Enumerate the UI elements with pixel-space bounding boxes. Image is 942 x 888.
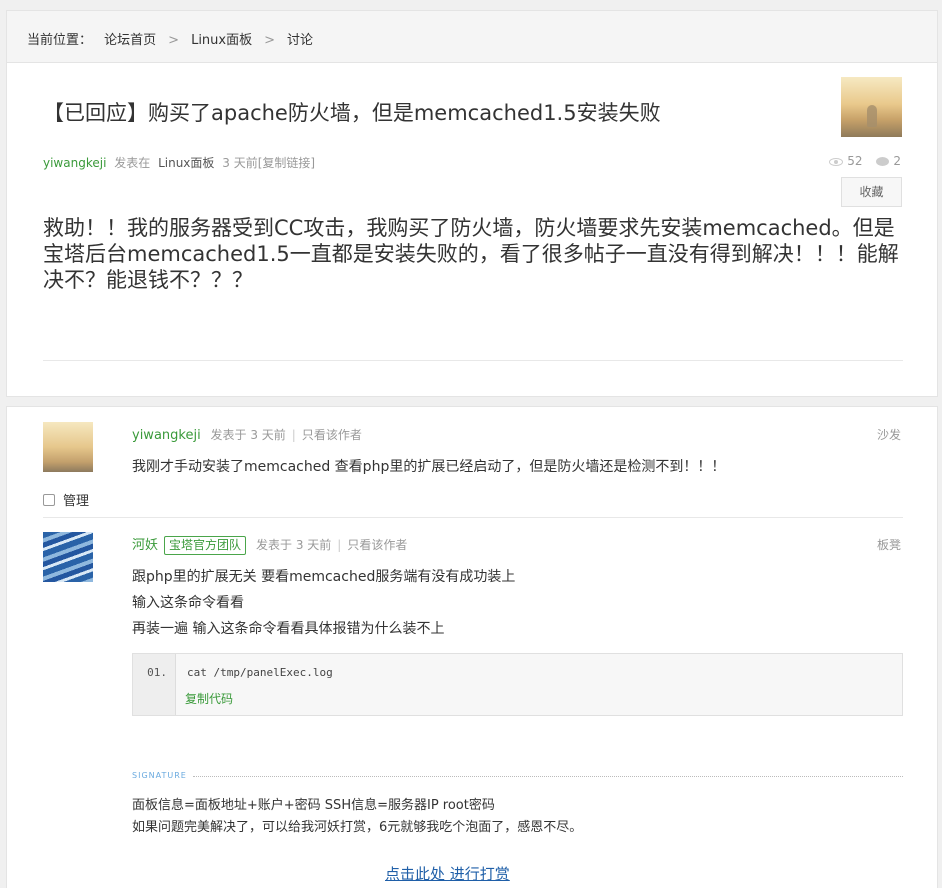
breadcrumb-bar: 当前位置： 论坛首页 > Linux面板 > 讨论 xyxy=(6,10,938,62)
breadcrumb-separator: > xyxy=(264,33,276,48)
eye-icon xyxy=(829,157,844,166)
reply-text: 我刚才手动安装了memcached 查看php里的扩展已经启动了，但是防火墙还是… xyxy=(132,459,726,475)
manage-checkbox[interactable]: 管理 xyxy=(43,490,89,509)
official-team-badge: 宝塔官方团队 xyxy=(164,536,247,555)
copy-code-button[interactable]: 复制代码 xyxy=(185,690,233,707)
replies-panel: yiwangkeji 发表于 3 天前 | 只看该作者 沙发 我刚才手动安装了mem… xyxy=(6,406,938,888)
author-only-link[interactable]: 只看该作者 xyxy=(302,428,362,442)
breadcrumb-home-link[interactable]: 论坛首页 xyxy=(104,33,156,48)
divider xyxy=(43,517,903,518)
divider: | xyxy=(291,428,296,442)
thread-stats: 52 2 xyxy=(819,154,901,168)
reply-time: 发表于 3 天前 xyxy=(256,538,332,552)
author-avatar[interactable] xyxy=(841,77,902,137)
breadcrumb-board-link[interactable]: Linux面板 xyxy=(191,33,252,48)
reply-count: 2 xyxy=(893,154,901,168)
breadcrumb-prefix: 当前位置： xyxy=(27,33,93,48)
reply-time: 发表于 3 天前 xyxy=(210,428,286,442)
comment-icon xyxy=(876,157,890,166)
thread-panel: 【已回应】购买了apache防火墙，但是memcached1.5安装失败 yiw… xyxy=(6,62,938,397)
breadcrumb-current: 讨论 xyxy=(287,33,314,48)
reply-meta: 河妖 宝塔官方团队 发表于 3 天前 | 只看该作者 xyxy=(132,534,407,555)
divider xyxy=(43,360,903,361)
reply-text: 跟php里的扩展无关 要看memcached服务端有没有成功装上 xyxy=(132,569,516,585)
checkbox[interactable] xyxy=(43,494,55,506)
signature-line: 如果问题完美解决了，可以给我河妖打赏，6元就够我吃个泡面了，感恩不尽。 xyxy=(132,820,583,835)
view-count: 52 xyxy=(847,154,863,168)
reply-author-link[interactable]: yiwangkeji xyxy=(132,428,201,443)
thread-body: 救助！！我的服务器受到CC攻击，我购买了防火墙，防火墙要求先安装memcache… xyxy=(43,216,899,292)
signature-divider xyxy=(193,776,903,777)
signature-line: 面板信息=面板地址+账户+密码 SSH信息=服务器IP root密码 xyxy=(132,798,495,813)
floor-label[interactable]: 沙发 xyxy=(877,426,901,443)
code-block: 01. cat /tmp/panelExec.log 复制代码 xyxy=(132,653,903,716)
floor-label[interactable]: 板凳 xyxy=(877,536,901,553)
reply-meta: yiwangkeji 发表于 3 天前 | 只看该作者 xyxy=(132,426,362,443)
thread-board-link[interactable]: Linux面板 xyxy=(158,156,214,170)
thread-time: 3 天前 xyxy=(222,156,258,170)
manage-label: 管理 xyxy=(63,494,90,509)
divider: | xyxy=(337,538,342,552)
breadcrumb: 当前位置： 论坛首页 > Linux面板 > 讨论 xyxy=(27,29,313,48)
thread-author-link[interactable]: yiwangkeji xyxy=(43,156,106,170)
reward-link[interactable]: 点击此处 进行打赏 xyxy=(385,863,510,884)
avatar[interactable] xyxy=(43,422,93,472)
copy-link[interactable]: [复制链接] xyxy=(258,156,315,170)
author-only-link[interactable]: 只看该作者 xyxy=(347,538,407,552)
posted-in-label: 发表在 xyxy=(114,156,151,170)
signature-label: SIGNATURE xyxy=(132,771,187,780)
thread-meta: yiwangkeji 发表在 Linux面板 3 天前[复制链接] xyxy=(43,154,315,171)
thread-title: 【已回应】购买了apache防火墙，但是memcached1.5安装失败 xyxy=(43,101,661,125)
signature-text: 面板信息=面板地址+账户+密码 SSH信息=服务器IP root密码 如果问题完… xyxy=(132,795,582,839)
reply-text: 输入这条命令看看 xyxy=(132,595,244,611)
code-line-number: 01. xyxy=(133,654,176,715)
breadcrumb-separator: > xyxy=(168,33,180,48)
avatar[interactable] xyxy=(43,532,93,582)
reply-author-link[interactable]: 河妖 xyxy=(132,538,158,553)
code-command: cat /tmp/panelExec.log xyxy=(187,666,333,679)
favorite-button[interactable]: 收藏 xyxy=(841,177,902,207)
reply-text: 再装一遍 输入这条命令看看具体报错为什么装不上 xyxy=(132,621,445,637)
